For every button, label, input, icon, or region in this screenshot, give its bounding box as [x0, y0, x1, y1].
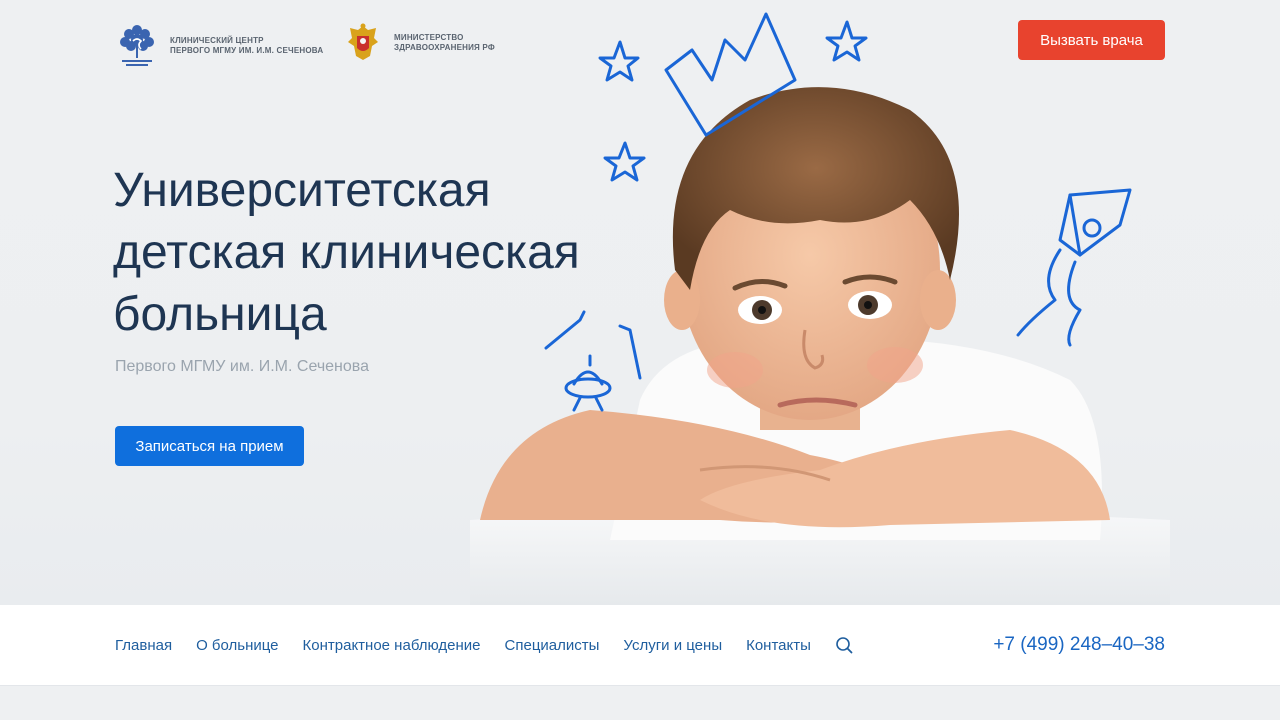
nav-item-specialists[interactable]: Специалисты [505, 637, 600, 654]
hero-boy-photo [470, 12, 1170, 605]
sechenov-logo[interactable]: КЛИНИЧЕСКИЙ ЦЕНТР ПЕРВОГО МГМУ ИМ. И.М. … [118, 22, 323, 70]
hero-section: КЛИНИЧЕСКИЙ ЦЕНТР ПЕРВОГО МГМУ ИМ. И.М. … [0, 0, 1280, 605]
main-navbar: Главная О больнице Контрактное наблюдени… [0, 605, 1280, 686]
nav-item-contacts[interactable]: Контакты [746, 637, 811, 654]
logo1-text: КЛИНИЧЕСКИЙ ЦЕНТР ПЕРВОГО МГМУ ИМ. И.М. … [170, 36, 323, 56]
nav-links: Главная О больнице Контрактное наблюдени… [115, 605, 855, 685]
make-appointment-button[interactable]: Записаться на прием [115, 426, 304, 466]
tree-logo-icon [120, 25, 154, 66]
logo1-line1: КЛИНИЧЕСКИЙ ЦЕНТР [170, 36, 264, 45]
nav-item-contract[interactable]: Контрактное наблюдение [303, 637, 481, 654]
nav-item-services[interactable]: Услуги и цены [623, 637, 722, 654]
nav-item-home[interactable]: Главная [115, 637, 172, 654]
nav-item-about[interactable]: О больнице [196, 637, 278, 654]
logo1-line2: ПЕРВОГО МГМУ ИМ. И.М. СЕЧЕНОВА [170, 46, 324, 55]
eagle-emblem-icon [348, 23, 378, 60]
bottom-strip [0, 686, 1280, 720]
hero-subtitle: Первого МГМУ им. И.М. Сеченова [115, 358, 370, 375]
phone-number[interactable]: +7 (499) 248–40–38 [993, 605, 1165, 685]
search-icon[interactable] [835, 635, 855, 655]
